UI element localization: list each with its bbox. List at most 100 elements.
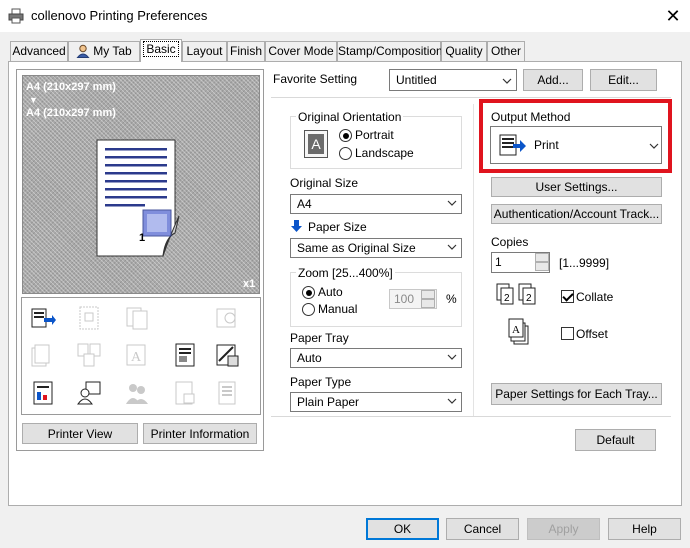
tab-advanced[interactable]: Advanced xyxy=(10,41,68,61)
divider xyxy=(271,416,671,417)
preview-original-size: A4 (210x297 mm) xyxy=(26,81,116,93)
button-label: User Settings... xyxy=(535,180,618,194)
binding-icon xyxy=(214,305,240,331)
copies-range: [1...9999] xyxy=(559,256,610,270)
document-lock-icon xyxy=(172,380,198,406)
copies-badge: x1 xyxy=(243,278,256,290)
divider xyxy=(473,104,474,416)
stack-pages-icon xyxy=(30,342,56,368)
printer-view-button[interactable]: Printer View xyxy=(22,423,138,444)
paper-type-label: Paper Type xyxy=(290,375,352,389)
button-label: Cancel xyxy=(463,522,502,536)
portrait-radio[interactable] xyxy=(339,129,352,142)
portrait-label: Portrait xyxy=(355,128,394,142)
zoom-group-label: Zoom [25...400%] xyxy=(296,266,395,280)
user-settings-button[interactable]: User Settings... xyxy=(491,177,662,197)
tab-label: My Tab xyxy=(93,44,132,58)
users-group-icon xyxy=(124,380,150,406)
zoom-manual-radio[interactable] xyxy=(302,303,315,316)
favorite-setting-dropdown[interactable]: Untitled xyxy=(389,69,517,91)
button-label: Default xyxy=(596,433,635,447)
help-button[interactable]: Help xyxy=(608,518,681,540)
printer-icon xyxy=(8,8,24,24)
tab-label: Quality xyxy=(445,44,483,58)
tab-finish[interactable]: Finish xyxy=(227,41,265,61)
original-size-label: Original Size xyxy=(290,176,359,190)
edit-favorite-button[interactable]: Edit... xyxy=(590,69,657,91)
preview-paper-size: A4 (210x297 mm) xyxy=(26,107,116,119)
apply-button[interactable]: Apply xyxy=(527,518,600,540)
svg-text:2: 2 xyxy=(526,293,532,304)
multi-sheet-icon xyxy=(214,380,240,406)
portrait-orientation-icon: A xyxy=(304,130,328,158)
orientation-group-label: Original Orientation xyxy=(296,110,404,124)
paper-type-dropdown[interactable]: Plain Paper xyxy=(290,392,462,412)
paper-type-value: Plain Paper xyxy=(297,395,360,409)
landscape-radio[interactable] xyxy=(339,147,352,160)
zoom-unit: % xyxy=(446,292,457,306)
tab-quality[interactable]: Quality xyxy=(441,41,487,61)
paper-tray-value: Auto xyxy=(297,351,322,365)
original-size-value: A4 xyxy=(297,197,312,211)
font-letter-icon: A xyxy=(124,342,150,368)
multi-page-icon xyxy=(76,342,102,368)
default-button[interactable]: Default xyxy=(575,429,656,451)
tab-layout[interactable]: Layout xyxy=(182,41,227,61)
divider xyxy=(271,97,671,98)
favorite-setting-label: Favorite Setting xyxy=(273,72,358,86)
copies-spin-up[interactable] xyxy=(535,253,549,262)
collate-icon: 22 xyxy=(496,283,540,314)
button-label: OK xyxy=(393,522,412,536)
tab-basic[interactable]: Basic xyxy=(140,39,182,62)
tab-label: Basic xyxy=(143,41,179,57)
collate-label: Collate xyxy=(576,290,614,304)
zoom-auto-radio[interactable] xyxy=(302,286,315,299)
copies-spin-down[interactable] xyxy=(535,262,549,271)
report-icon xyxy=(30,380,56,406)
paper-size-label: Paper Size xyxy=(308,220,367,234)
output-method-label: Output Method xyxy=(491,110,571,124)
orientation-letter: A xyxy=(308,134,324,154)
layout-pages-icon xyxy=(124,305,150,331)
chevron-down-icon xyxy=(447,398,457,404)
tab-cover-mode[interactable]: Cover Mode xyxy=(265,41,337,61)
zoom-spin-up[interactable] xyxy=(421,290,435,299)
add-favorite-button[interactable]: Add... xyxy=(523,69,583,91)
button-label: Printer View xyxy=(47,426,113,441)
copies-label: Copies xyxy=(491,235,529,249)
paper-settings-each-tray-button[interactable]: Paper Settings for Each Tray... xyxy=(491,383,662,405)
original-size-dropdown[interactable]: A4 xyxy=(290,194,462,214)
chevron-down-icon xyxy=(649,143,659,149)
button-label: Authentication/Account Track... xyxy=(493,207,660,221)
chevron-down-icon xyxy=(447,354,457,360)
paper-tray-dropdown[interactable]: Auto xyxy=(290,348,462,368)
tab-label: Other xyxy=(490,44,521,58)
zoom-auto-label: Auto xyxy=(318,285,343,299)
tab-label: Stamp/Composition xyxy=(338,44,443,58)
close-icon[interactable]: ✕ xyxy=(660,3,686,29)
output-method-dropdown[interactable]: Print xyxy=(490,126,662,164)
tab-other[interactable]: Other xyxy=(487,41,525,61)
offset-icon: A xyxy=(508,318,536,349)
tab-stamp-composition[interactable]: Stamp/Composition xyxy=(337,41,443,61)
offset-checkbox[interactable] xyxy=(561,327,574,340)
output-method-value: Print xyxy=(534,138,559,152)
landscape-label: Landscape xyxy=(355,146,414,160)
zoom-manual-label: Manual xyxy=(318,302,358,316)
tab-label: Advanced xyxy=(12,44,66,58)
chevron-down-icon xyxy=(447,200,457,206)
collate-checkbox[interactable] xyxy=(561,290,574,303)
paper-size-dropdown[interactable]: Same as Original Size xyxy=(290,238,462,258)
tab-label: Cover Mode xyxy=(268,44,334,58)
preview-size-text: A4 (210x297 mm) ▼ A4 (210x297 mm) xyxy=(26,81,116,120)
chevron-down-icon xyxy=(502,78,512,84)
ok-button[interactable]: OK xyxy=(366,518,439,540)
zoom-spin-down[interactable] xyxy=(421,299,435,308)
svg-text:A: A xyxy=(512,324,520,336)
printer-information-button[interactable]: Printer Information xyxy=(143,423,257,444)
authentication-account-track-button[interactable]: Authentication/Account Track... xyxy=(491,204,662,224)
tab-my-tab[interactable]: My Tab xyxy=(68,41,140,61)
cancel-button[interactable]: Cancel xyxy=(446,518,519,540)
tab-label: Layout xyxy=(186,44,223,58)
chevron-down-icon xyxy=(447,244,457,250)
